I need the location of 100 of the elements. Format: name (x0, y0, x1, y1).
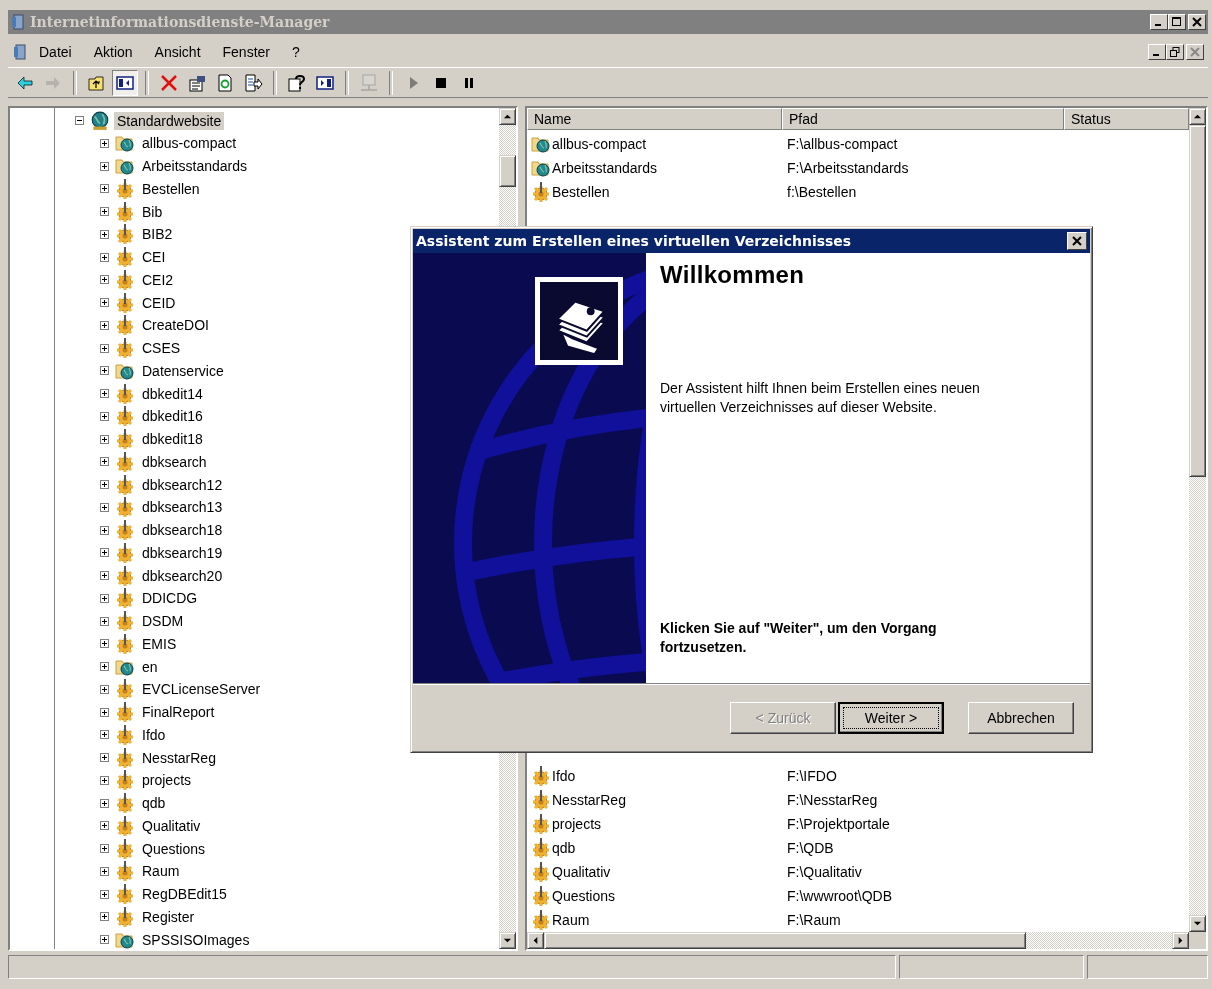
expand-toggle[interactable] (100, 389, 109, 399)
tree-item[interactable]: Raum (139, 862, 183, 881)
tree-item[interactable]: Datenservice (139, 361, 227, 380)
expand-toggle[interactable] (100, 411, 109, 421)
expand-toggle[interactable] (100, 593, 109, 603)
menu-item[interactable]: Aktion (82, 44, 144, 61)
expand-toggle[interactable] (100, 320, 109, 330)
menu-item[interactable]: Datei (28, 44, 83, 61)
menu-item[interactable]: ? (281, 44, 311, 61)
tree-item[interactable]: qdb (139, 794, 169, 813)
scrollbar-thumb[interactable] (1189, 125, 1206, 478)
expand-toggle[interactable] (100, 184, 109, 194)
dialog-button[interactable]: Weiter > (838, 701, 944, 734)
dialog-button[interactable]: Abbrechen (968, 701, 1074, 734)
scroll-left-button[interactable] (527, 932, 544, 950)
expand-toggle[interactable] (100, 457, 109, 467)
tree-item[interactable]: en (139, 657, 161, 676)
scroll-down-button[interactable] (1189, 915, 1206, 933)
expand-toggle[interactable] (100, 525, 109, 535)
tree-item[interactable]: projects (139, 771, 195, 790)
tree-item[interactable]: Arbeitsstandards (139, 157, 251, 176)
tree-item[interactable]: CSES (139, 339, 184, 358)
list-item[interactable]: NesstarReg (552, 792, 626, 809)
tree-item[interactable]: dbkedit18 (139, 430, 206, 449)
tree-item[interactable]: dbksearch18 (139, 521, 226, 540)
list-item[interactable]: Raum (552, 912, 590, 929)
tree-item[interactable]: allbus-compact (139, 134, 240, 153)
tree-item[interactable]: EMIS (139, 634, 180, 653)
tree-item[interactable]: Qualitativ (139, 816, 204, 835)
expand-toggle[interactable] (100, 480, 109, 490)
expand-toggle[interactable] (100, 502, 109, 512)
tree-item[interactable]: dbkedit16 (139, 407, 206, 426)
minimize-button[interactable] (1148, 44, 1166, 61)
close-button[interactable] (1067, 232, 1087, 250)
expand-toggle[interactable] (100, 138, 109, 148)
expand-toggle[interactable] (100, 616, 109, 626)
expand-toggle[interactable] (100, 798, 109, 808)
expand-toggle[interactable] (100, 821, 109, 831)
tree-item[interactable]: Bib (139, 202, 166, 221)
tree-item[interactable]: NesstarReg (139, 748, 219, 767)
maximize-button[interactable] (1168, 13, 1186, 30)
tree-item[interactable]: Register (139, 907, 198, 926)
expand-toggle[interactable] (100, 161, 109, 171)
expand-toggle[interactable] (100, 844, 109, 854)
scroll-right-button[interactable] (1172, 932, 1189, 950)
tree-item[interactable]: SPSSISOImages (139, 930, 253, 949)
list-item[interactable]: Arbeitsstandards (552, 160, 658, 177)
expand-toggle[interactable] (100, 935, 109, 945)
expand-toggle[interactable] (100, 684, 109, 694)
expand-toggle[interactable] (100, 889, 109, 899)
column-header[interactable]: Name (527, 108, 782, 131)
list-item[interactable]: projects (552, 816, 602, 833)
tree-item[interactable]: Questions (139, 839, 209, 858)
expand-toggle[interactable] (100, 775, 109, 785)
tree-item[interactable]: EVCLicenseServer (139, 680, 264, 699)
restore-button[interactable] (1166, 44, 1184, 61)
expand-toggle[interactable] (100, 707, 109, 717)
expand-toggle[interactable] (100, 252, 109, 262)
collapse-toggle[interactable] (75, 116, 84, 126)
scrollbar-thumb[interactable] (499, 155, 516, 188)
tree-item[interactable]: dbksearch (139, 452, 210, 471)
tree-item[interactable]: Ifdo (139, 725, 169, 744)
expand-toggle[interactable] (100, 207, 109, 217)
tree-item[interactable]: Standardwebsite (114, 111, 225, 130)
menu-item[interactable]: Fenster (211, 44, 281, 61)
scroll-down-button[interactable] (499, 932, 516, 950)
column-header[interactable]: Status (1064, 108, 1189, 131)
tree-item[interactable]: BIB2 (139, 225, 176, 244)
expand-toggle[interactable] (100, 229, 109, 239)
tree-item[interactable]: CEI2 (139, 270, 177, 289)
expand-toggle[interactable] (100, 434, 109, 444)
expand-toggle[interactable] (100, 866, 109, 876)
list-item[interactable]: Questions (552, 888, 616, 905)
column-header[interactable]: Pfad (782, 108, 1064, 131)
list-item[interactable]: Bestellen (552, 184, 610, 201)
tree-item[interactable]: RegDBEdit15 (139, 885, 230, 904)
scroll-up-button[interactable] (1189, 108, 1206, 126)
tree-item[interactable]: DSDM (139, 612, 187, 631)
tree-item[interactable]: DDICDG (139, 589, 201, 608)
expand-toggle[interactable] (100, 343, 109, 353)
list-item[interactable]: qdb (552, 840, 576, 857)
scrollbar-thumb[interactable] (544, 932, 1026, 950)
list-item[interactable]: Ifdo (552, 768, 576, 785)
tree-item[interactable]: CreateDOI (139, 316, 212, 335)
expand-toggle[interactable] (100, 366, 109, 376)
expand-toggle[interactable] (100, 275, 109, 285)
show-tree-button[interactable] (112, 69, 138, 96)
tree-item[interactable]: FinalReport (139, 703, 218, 722)
tree-item[interactable]: dbksearch20 (139, 566, 226, 585)
tree-item[interactable]: dbksearch12 (139, 475, 226, 494)
list-item[interactable]: allbus-compact (552, 136, 647, 153)
expand-toggle[interactable] (100, 298, 109, 308)
menu-item[interactable]: Ansicht (143, 44, 212, 61)
close-button[interactable] (1186, 44, 1204, 61)
expand-toggle[interactable] (100, 571, 109, 581)
expand-toggle[interactable] (100, 730, 109, 740)
tree-item[interactable]: CEI (139, 248, 169, 267)
close-button[interactable] (1188, 13, 1206, 30)
minimize-button[interactable] (1150, 13, 1168, 30)
tree-item[interactable]: dbkedit14 (139, 384, 206, 403)
